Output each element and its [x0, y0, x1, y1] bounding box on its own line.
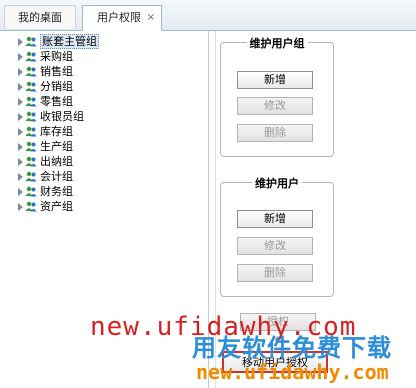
- user-group-icon: [25, 81, 37, 92]
- tree-item-label: 分销组: [40, 80, 73, 93]
- user-delete-button[interactable]: 删除: [237, 264, 313, 282]
- user-edit-button[interactable]: 修改: [237, 237, 313, 255]
- maintain-group-title: 维护用户组: [246, 37, 308, 50]
- user-group-icon: [25, 141, 37, 152]
- tree-item-label: 生产组: [40, 140, 73, 153]
- user-group-icon: [25, 111, 37, 122]
- watermark-text-blue: 用友软件免费下载: [192, 334, 392, 362]
- group-add-button[interactable]: 新增: [237, 71, 313, 89]
- expand-icon[interactable]: [18, 83, 23, 91]
- tab-user-permissions[interactable]: 用户权限 ×: [82, 5, 162, 31]
- tree-item[interactable]: 采购组: [16, 49, 196, 64]
- watermark-url-orange: new.ufidawhy.com: [196, 360, 389, 384]
- maintain-user-panel: 维护用户 新增 修改 删除: [220, 177, 334, 297]
- tree-item[interactable]: 资产组: [16, 199, 196, 214]
- expand-icon[interactable]: [18, 68, 23, 76]
- expand-icon[interactable]: [18, 158, 23, 166]
- maintain-user-title: 维护用户: [252, 177, 302, 190]
- user-group-icon: [25, 201, 37, 212]
- tree-item-label: 采购组: [40, 50, 73, 63]
- tree-item[interactable]: 生产组: [16, 139, 196, 154]
- tree-item[interactable]: 销售组: [16, 64, 196, 79]
- user-group-icon: [25, 126, 37, 137]
- user-group-icon: [25, 156, 37, 167]
- expand-icon[interactable]: [18, 173, 23, 181]
- user-group-tree: 账套主管组 采购组销售组分销组零售组收银员组库存组生产组出纳组会计组财务组资产组: [16, 34, 196, 214]
- user-add-button[interactable]: 新增: [237, 210, 313, 228]
- expand-icon[interactable]: [18, 188, 23, 196]
- expand-icon[interactable]: [18, 128, 23, 136]
- expand-icon[interactable]: [18, 113, 23, 121]
- user-group-icon: [25, 51, 37, 62]
- tree-item[interactable]: 库存组: [16, 124, 196, 139]
- tree-item-label: 零售组: [40, 95, 73, 108]
- tree-item[interactable]: 零售组: [16, 94, 196, 109]
- expand-icon[interactable]: [18, 98, 23, 106]
- tree-item[interactable]: 收银员组: [16, 109, 196, 124]
- expand-icon[interactable]: [18, 143, 23, 151]
- tree-item[interactable]: 账套主管组: [16, 34, 196, 49]
- tree-item[interactable]: 分销组: [16, 79, 196, 94]
- tree-item-label: 收银员组: [40, 110, 84, 123]
- user-group-icon: [25, 66, 37, 77]
- tree-item-label: 销售组: [40, 65, 73, 78]
- tree-item-label: 会计组: [40, 170, 73, 183]
- tree-item[interactable]: 财务组: [16, 184, 196, 199]
- tree-item[interactable]: 出纳组: [16, 154, 196, 169]
- user-group-icon: [25, 96, 37, 107]
- maintain-group-panel: 维护用户组 新增 修改 删除: [220, 37, 334, 157]
- tree-item-label: 资产组: [40, 200, 73, 213]
- expand-icon[interactable]: [18, 53, 23, 61]
- group-edit-button[interactable]: 修改: [237, 97, 313, 115]
- tab-user-permissions-label: 用户权限: [97, 11, 141, 24]
- user-group-icon: [25, 186, 37, 197]
- expand-icon[interactable]: [18, 203, 23, 211]
- tree-item-label: 账套主管组: [40, 34, 99, 49]
- tab-my-desktop[interactable]: 我的桌面: [4, 5, 76, 29]
- tab-bar: 我的桌面 用户权限 ×: [0, 0, 416, 31]
- tree-item[interactable]: 会计组: [16, 169, 196, 184]
- close-icon[interactable]: ×: [147, 6, 155, 30]
- tree-item-label: 出纳组: [40, 155, 73, 168]
- user-group-icon: [25, 171, 37, 182]
- group-delete-button[interactable]: 删除: [237, 124, 313, 142]
- user-group-icon: [25, 36, 37, 47]
- expand-icon[interactable]: [18, 38, 23, 46]
- tree-item-label: 库存组: [40, 125, 73, 138]
- tree-item-label: 财务组: [40, 185, 73, 198]
